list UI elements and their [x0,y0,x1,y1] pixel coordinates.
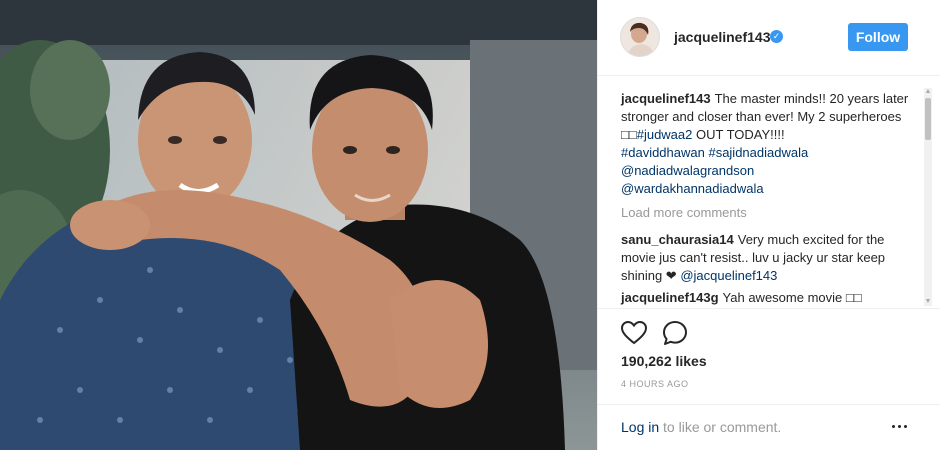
comment-item: jacquelinef143g Yah awesome movie □□ [621,289,911,307]
comments-scrollbar[interactable]: ▲ ▼ [924,88,932,306]
instagram-post: jacquelinef143 ✓ Follow jacquelinef143 Th… [0,0,940,450]
load-more-comments-link[interactable]: Load more comments [621,205,747,220]
comment-text: Yah awesome movie □□ [722,290,862,305]
login-prompt: Log in to like or comment. [621,419,781,435]
comment-author[interactable]: sanu_chaurasia14 [621,232,734,247]
follow-button[interactable]: Follow [848,23,908,51]
hashtag-judwaa2[interactable]: #judwaa2 [637,127,693,142]
login-suffix: to like or comment. [659,419,782,435]
caption: jacquelinef143 The master minds!! 20 year… [621,90,911,198]
post-sidebar: jacquelinef143 ✓ Follow jacquelinef143 Th… [597,0,940,450]
caption-author[interactable]: jacquelinef143 [621,91,711,106]
comments-list[interactable]: jacquelinef143 The master minds!! 20 year… [598,88,940,308]
likes-count[interactable]: 190,262 likes [621,353,707,369]
verified-badge-icon: ✓ [770,30,783,43]
comment-author[interactable]: jacquelinef143g [621,290,719,305]
comment-mention[interactable]: @jacquelinef143 [680,268,777,283]
post-photo[interactable] [0,0,597,450]
post-header: jacquelinef143 ✓ Follow [598,0,940,76]
post-timestamp[interactable]: 4 HOURS AGO [621,379,689,389]
mention-wardakhannadiadwala[interactable]: @wardakhannadiadwala [621,181,764,196]
avatar[interactable] [620,17,660,57]
speech-bubble-icon[interactable] [662,320,688,346]
caption-text-after: OUT TODAY!!!! [692,127,785,142]
post-footer: Log in to like or comment. [598,404,940,450]
scroll-up-arrow-icon[interactable]: ▲ [924,88,932,96]
scroll-thumb[interactable] [925,98,931,140]
post-photo-illustration [0,0,597,450]
avatar-image [621,18,659,56]
hashtags-directors[interactable]: #daviddhawan #sajidnadiadwala [621,145,808,160]
login-link[interactable]: Log in [621,419,659,435]
comment-item: sanu_chaurasia14 Very much excited for th… [621,231,911,285]
scroll-down-arrow-icon[interactable]: ▼ [924,298,932,306]
username[interactable]: jacquelinef143 [674,29,771,45]
ellipsis-icon[interactable] [892,425,908,429]
mention-nadiadwalagrandson[interactable]: @nadiadwalagrandson [621,163,754,178]
heart-outline-icon[interactable] [621,321,647,345]
